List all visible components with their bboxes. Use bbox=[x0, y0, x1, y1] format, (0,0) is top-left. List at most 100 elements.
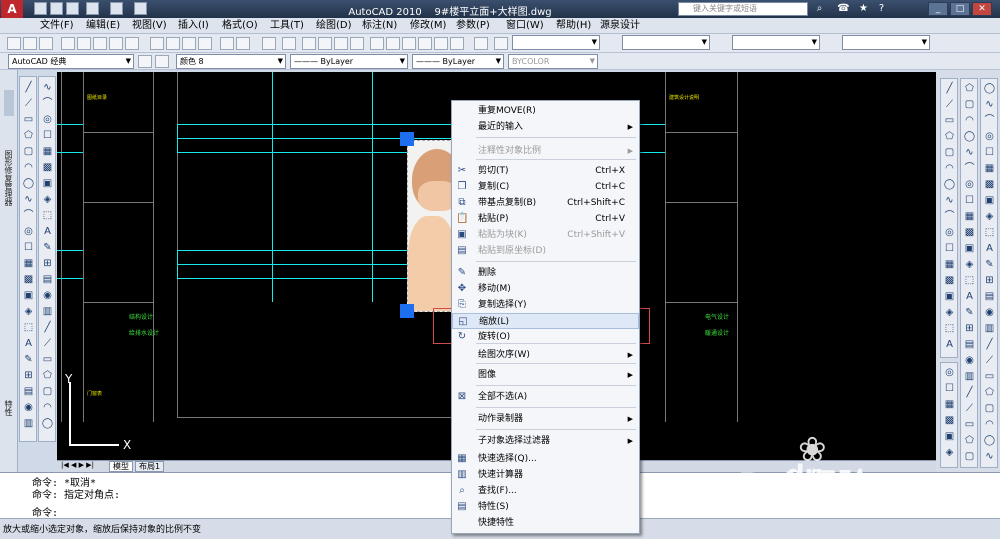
modify-tool-icon[interactable]: A bbox=[41, 225, 54, 238]
draw-tool-icon[interactable]: ⟋ bbox=[22, 97, 35, 110]
context-menu-item[interactable]: 📋 粘贴(P) Ctrl+V bbox=[452, 211, 639, 227]
plot-icon[interactable] bbox=[134, 2, 147, 15]
draw-tool-icon[interactable]: ▢ bbox=[22, 145, 35, 158]
toolbar-tool-icon[interactable]: ⌒ bbox=[983, 114, 996, 127]
modify-tool-icon[interactable]: ✎ bbox=[41, 241, 54, 254]
context-menu-item[interactable]: ✥ 移动(M) bbox=[452, 281, 639, 297]
modify-tool-icon[interactable]: ▥ bbox=[41, 305, 54, 318]
toolbar-tool-icon[interactable]: ∿ bbox=[943, 194, 956, 207]
toolbar-tool-icon[interactable]: ☐ bbox=[943, 242, 956, 255]
drawing-recovery-label[interactable]: 图形修复管理器 bbox=[3, 150, 14, 206]
toolbar-tool-icon[interactable]: ◉ bbox=[983, 306, 996, 319]
context-menu-item[interactable]: 快捷特性 bbox=[452, 515, 639, 531]
modify-tool-icon[interactable]: ⊞ bbox=[41, 257, 54, 270]
toolbar-button-icon[interactable] bbox=[150, 37, 164, 50]
menu-item[interactable]: 标注(N) bbox=[362, 19, 397, 33]
draw-tool-icon[interactable]: ▤ bbox=[22, 385, 35, 398]
toolbar-tool-icon[interactable]: ▭ bbox=[983, 370, 996, 383]
toolbar-tool-icon[interactable]: ▦ bbox=[963, 210, 976, 223]
toolbar-tool-icon[interactable]: ∿ bbox=[983, 98, 996, 111]
toolbar-tool-icon[interactable]: ◈ bbox=[943, 306, 956, 319]
toolbar-tool-icon[interactable]: ◉ bbox=[963, 354, 976, 367]
menu-item[interactable]: 绘图(D) bbox=[316, 19, 352, 33]
toolbar-tool-icon[interactable]: ╱ bbox=[983, 338, 996, 351]
context-menu-item[interactable]: ✂ 剪切(T) Ctrl+X bbox=[452, 163, 639, 179]
toolbar-tool-icon[interactable]: ∿ bbox=[963, 146, 976, 159]
toolbar-tool-icon[interactable]: ▦ bbox=[943, 258, 956, 271]
modify-tool-icon[interactable]: ∿ bbox=[41, 81, 54, 94]
palette-arrow-icon[interactable] bbox=[4, 90, 14, 116]
toolbar-button-icon[interactable] bbox=[262, 37, 276, 50]
menu-item[interactable]: 参数(P) bbox=[456, 19, 490, 33]
application-menu-button[interactable]: A bbox=[1, 0, 23, 18]
draw-tool-icon[interactable]: ✎ bbox=[22, 353, 35, 366]
toolbar-tool-icon[interactable]: ◈ bbox=[963, 258, 976, 271]
color-dropdown[interactable]: 颜色 8 ▼ bbox=[176, 54, 286, 69]
toolbar-tool-icon[interactable]: ◎ bbox=[983, 130, 996, 143]
toolbar-button-icon[interactable] bbox=[370, 37, 384, 50]
toolbar-tool-icon[interactable]: ⬚ bbox=[943, 322, 956, 335]
toolbar-tool-icon[interactable]: ⊞ bbox=[963, 322, 976, 335]
menu-item[interactable]: 视图(V) bbox=[132, 19, 167, 33]
context-menu-item[interactable]: ▤ 特性(S) bbox=[452, 499, 639, 515]
toolbar-tool-icon[interactable]: ▣ bbox=[983, 194, 996, 207]
toolbar-button-icon[interactable] bbox=[109, 37, 123, 50]
favorites-star-icon[interactable]: ★ bbox=[856, 2, 871, 16]
toolbar-button-icon[interactable] bbox=[418, 37, 432, 50]
binoculars-icon[interactable]: ⌕ bbox=[812, 2, 827, 16]
toolbar-tool-icon[interactable]: ◠ bbox=[963, 114, 976, 127]
toolbar-button-icon[interactable] bbox=[282, 37, 296, 50]
context-menu-item[interactable]: 动作录制器 ▶ bbox=[452, 411, 639, 427]
modify-tool-icon[interactable]: ▦ bbox=[41, 145, 54, 158]
modify-tool-icon[interactable]: ◠ bbox=[41, 401, 54, 414]
modify-tool-icon[interactable]: ⬠ bbox=[41, 369, 54, 382]
toolbar-button-icon[interactable] bbox=[402, 37, 416, 50]
toolbar-button-icon[interactable] bbox=[198, 37, 212, 50]
toolbar-tool-icon[interactable]: ▢ bbox=[963, 98, 976, 111]
toolbar-tool-icon[interactable]: ▢ bbox=[943, 146, 956, 159]
draw-tool-icon[interactable]: ╱ bbox=[22, 81, 35, 94]
toolbar-button-icon[interactable] bbox=[434, 37, 448, 50]
toolbar-button-icon[interactable] bbox=[39, 37, 53, 50]
menu-item[interactable]: 编辑(E) bbox=[86, 19, 120, 33]
toolbar-tool-icon[interactable]: ◎ bbox=[963, 178, 976, 191]
toolbar-tool-icon[interactable]: A bbox=[943, 338, 956, 351]
toolbar-tool-icon[interactable]: ▣ bbox=[943, 290, 956, 303]
draw-tool-icon[interactable]: ◯ bbox=[22, 177, 35, 190]
modify-tool-icon[interactable]: ⬚ bbox=[41, 209, 54, 222]
text-style-dropdown[interactable]: ▼ bbox=[512, 35, 600, 50]
toolbar-tool-icon[interactable]: ☐ bbox=[943, 382, 956, 395]
toolbar-tool-icon[interactable]: ╱ bbox=[943, 82, 956, 95]
help-icon[interactable]: ? bbox=[874, 2, 889, 16]
toolbar-button-icon[interactable] bbox=[350, 37, 364, 50]
toolbar-tool-icon[interactable]: ▣ bbox=[963, 242, 976, 255]
draw-tool-icon[interactable]: ⌒ bbox=[22, 209, 35, 222]
modify-tool-icon[interactable]: ◯ bbox=[41, 417, 54, 430]
toolbar-tool-icon[interactable]: ✎ bbox=[963, 306, 976, 319]
plotstyle-dropdown[interactable]: BYCOLOR ▼ bbox=[508, 54, 598, 69]
toolbar-tool-icon[interactable]: ◎ bbox=[943, 366, 956, 379]
properties-label[interactable]: 特性 bbox=[3, 400, 14, 416]
toolbar-button-icon[interactable] bbox=[494, 37, 508, 50]
toolbar-button-icon[interactable] bbox=[334, 37, 348, 50]
draw-tool-icon[interactable]: ◈ bbox=[22, 305, 35, 318]
modify-tool-icon[interactable]: ╱ bbox=[41, 321, 54, 334]
toolbar-tool-icon[interactable]: ▥ bbox=[983, 322, 996, 335]
modify-tool-icon[interactable]: ◎ bbox=[41, 113, 54, 126]
toolbar-tool-icon[interactable]: ⬠ bbox=[943, 130, 956, 143]
toolbar-tool-icon[interactable]: A bbox=[963, 290, 976, 303]
toolbar-button-icon[interactable] bbox=[7, 37, 21, 50]
toolbar-tool-icon[interactable]: ▥ bbox=[963, 370, 976, 383]
draw-tool-icon[interactable]: ☐ bbox=[22, 241, 35, 254]
toolbar-tool-icon[interactable]: ⬠ bbox=[983, 386, 996, 399]
toolbar-tool-icon[interactable]: ▩ bbox=[943, 274, 956, 287]
modify-tool-icon[interactable]: ▢ bbox=[41, 385, 54, 398]
toolbar-tool-icon[interactable]: ◠ bbox=[983, 418, 996, 431]
modify-tool-icon[interactable]: ⟋ bbox=[41, 337, 54, 350]
menu-item[interactable]: 文件(F) bbox=[40, 19, 74, 33]
communication-center-icon[interactable]: ☎ bbox=[836, 2, 851, 16]
toolbar-tool-icon[interactable]: ▩ bbox=[963, 226, 976, 239]
modify-tool-icon[interactable]: ☐ bbox=[41, 129, 54, 142]
toolbar-tool-icon[interactable]: ∿ bbox=[983, 450, 996, 463]
toolbar-button-icon[interactable] bbox=[77, 37, 91, 50]
